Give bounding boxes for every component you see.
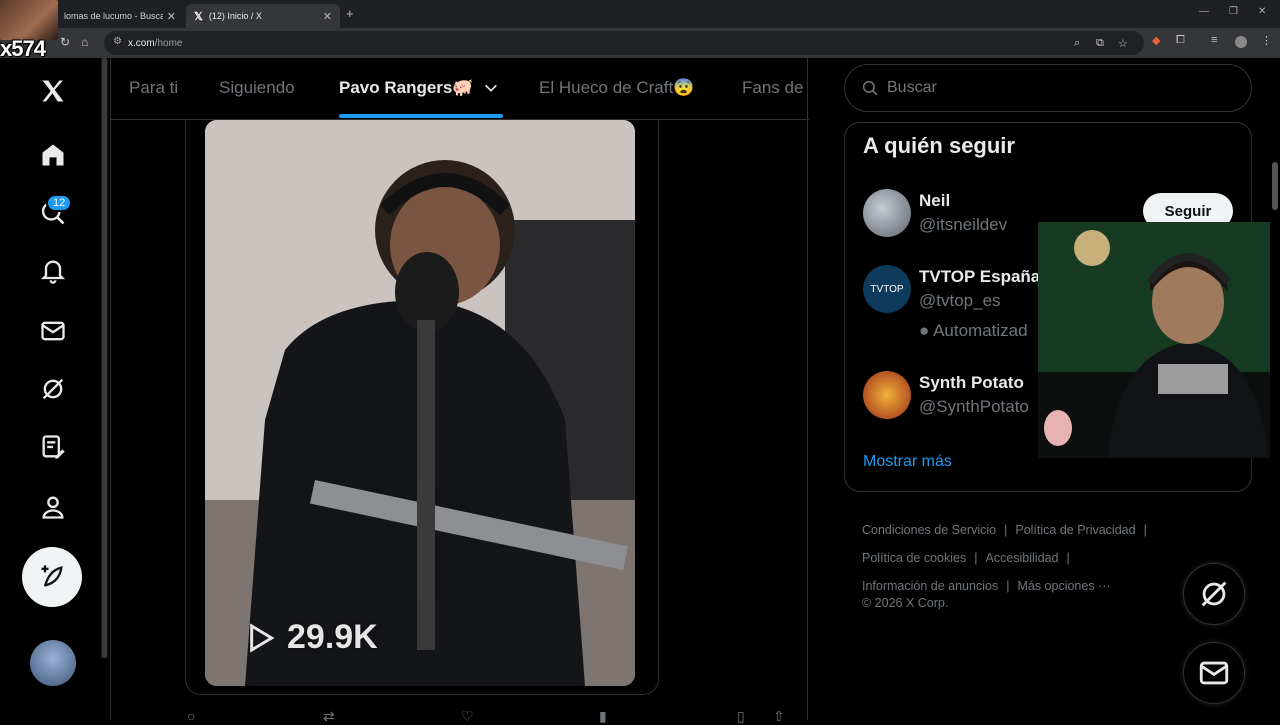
- extensions-puzzle-icon[interactable]: ⧠: [1176, 34, 1185, 47]
- feed-tabs: Para ti Siguiendo Pavo Rangers🐖 El Hueco…: [111, 58, 809, 120]
- browser-tab[interactable]: lomas de lucumo - Buscar c ✕: [56, 4, 184, 28]
- profile-icon[interactable]: [36, 490, 70, 524]
- video-frame-illustration: [205, 120, 635, 686]
- address-bar[interactable]: ⚙ x.com/home ⌕ ⧉ ☆: [104, 31, 1144, 55]
- bookmark-icon[interactable]: ▯: [737, 708, 745, 725]
- tab-para-ti[interactable]: Para ti: [129, 78, 178, 98]
- maximize-icon[interactable]: ❐: [1229, 6, 1238, 17]
- footer-link[interactable]: Política de Privacidad: [1015, 523, 1135, 537]
- bookmark-star-icon[interactable]: ☆: [1118, 37, 1128, 50]
- messages-fab[interactable]: [1183, 642, 1245, 704]
- site-info-icon[interactable]: ⚙: [113, 36, 122, 47]
- repost-icon[interactable]: ⇄: [323, 708, 335, 725]
- chevron-down-icon[interactable]: [483, 80, 499, 101]
- minimize-icon[interactable]: —: [1199, 6, 1209, 17]
- profile-avatar-icon[interactable]: [1235, 36, 1247, 48]
- account-name[interactable]: Neil: [919, 191, 950, 211]
- tab-pavo-rangers[interactable]: Pavo Rangers🐖: [339, 78, 474, 98]
- avatar[interactable]: [863, 371, 911, 419]
- footer-link[interactable]: Condiciones de Servicio: [862, 523, 996, 537]
- media-control-icon[interactable]: ≡: [1211, 34, 1217, 46]
- browser-home-icon[interactable]: ⌂: [81, 35, 88, 49]
- tab-siguiendo[interactable]: Siguiendo: [219, 78, 295, 98]
- footer-more-options[interactable]: Más opciones ···: [1017, 579, 1110, 593]
- browser-menu-icon[interactable]: ⋮: [1261, 34, 1272, 47]
- account-name[interactable]: TVTOP España: [919, 267, 1040, 287]
- active-tab-indicator: [339, 114, 503, 118]
- automated-label-text: Automatizad: [933, 321, 1028, 340]
- zoom-icon[interactable]: ⌕: [1074, 37, 1080, 50]
- like-icon[interactable]: ♡: [461, 708, 474, 725]
- webcam-overlay: [1038, 222, 1274, 458]
- compose-post-button[interactable]: [22, 547, 82, 607]
- show-more-link[interactable]: Mostrar más: [863, 453, 952, 471]
- grok-fab[interactable]: [1183, 563, 1245, 625]
- install-app-icon[interactable]: ⧉: [1096, 37, 1104, 50]
- bot-icon: ●: [919, 321, 930, 340]
- home-icon[interactable]: [36, 138, 70, 172]
- streamer-avatar: [0, 0, 58, 40]
- mail-icon: [1199, 661, 1229, 685]
- footer-links: Condiciones de Servicio | Política de Priv…: [862, 523, 1147, 593]
- reload-icon[interactable]: ↻: [60, 35, 70, 49]
- account-handle: @SynthPotato: [919, 397, 1029, 416]
- footer-link[interactable]: Accesibilidad: [985, 551, 1058, 565]
- x-favicon-icon: 𝕏: [194, 10, 203, 23]
- extension-icon[interactable]: ◆: [1152, 34, 1160, 47]
- account-handle: @itsneildev: [919, 215, 1008, 234]
- lists-icon[interactable]: [36, 430, 70, 464]
- close-tab-icon[interactable]: ✕: [323, 10, 332, 23]
- close-tab-icon[interactable]: ✕: [167, 10, 176, 23]
- search-icon: [862, 80, 878, 96]
- video-view-count: 29.9K: [287, 618, 378, 656]
- webcam-frame-illustration: [1038, 222, 1274, 458]
- who-to-follow-title: A quién seguir: [863, 133, 1015, 158]
- copyright: © 2026 X Corp.: [862, 596, 949, 610]
- left-scrollbar[interactable]: [101, 58, 108, 658]
- page-scrollbar[interactable]: [1270, 58, 1280, 720]
- tab-fans-de[interactable]: Fans de: [742, 78, 803, 98]
- feather-plus-icon: [41, 565, 63, 587]
- main-timeline: Para ti Siguiendo Pavo Rangers🐖 El Hueco…: [110, 58, 809, 724]
- footer-link[interactable]: Política de cookies: [862, 551, 966, 565]
- share-icon[interactable]: ⇧: [773, 708, 785, 725]
- notifications-icon[interactable]: [36, 254, 70, 288]
- grok-icon[interactable]: [36, 372, 70, 406]
- x-logo-icon[interactable]: [36, 74, 70, 108]
- browser-toolbar: ↻ ⌂ ⚙ x.com/home ⌕ ⧉ ☆: [0, 28, 1280, 58]
- play-icon: [250, 622, 275, 653]
- account-handle: @tvtop_es: [919, 291, 1001, 310]
- messages-icon[interactable]: [36, 314, 70, 348]
- left-navigation: [0, 58, 100, 720]
- url-domain: x.com: [128, 37, 155, 49]
- notification-badge: 12: [46, 194, 73, 212]
- automated-label: ● Automatizad: [919, 321, 1028, 341]
- browser-tab-label: (12) Inicio / X: [208, 11, 262, 21]
- window-close-icon[interactable]: ✕: [1258, 6, 1266, 17]
- browser-tab-label: lomas de lucumo - Buscar c: [64, 11, 163, 21]
- views-icon[interactable]: ▮: [599, 708, 607, 725]
- video-views: 29.9K: [245, 618, 378, 657]
- search-box[interactable]: Buscar: [844, 64, 1252, 112]
- avatar[interactable]: [863, 189, 911, 237]
- reply-icon[interactable]: ○: [187, 708, 195, 724]
- avatar[interactable]: TVTOP: [863, 265, 911, 313]
- new-tab-icon[interactable]: +: [346, 6, 354, 21]
- search-placeholder: Buscar: [887, 79, 937, 96]
- url-path: /home: [154, 37, 183, 49]
- tab-el-hueco-de-craft[interactable]: El Hueco de Craft😨: [539, 78, 694, 98]
- grok-icon: [1201, 581, 1227, 607]
- account-name[interactable]: Synth Potato: [919, 373, 1024, 393]
- post-video[interactable]: 29.9K: [205, 120, 635, 686]
- account-avatar[interactable]: [30, 640, 76, 686]
- browser-tab-active[interactable]: 𝕏 (12) Inicio / X ✕: [186, 4, 340, 28]
- url-text: x.com/home: [128, 38, 182, 49]
- footer-link[interactable]: Información de anuncios: [862, 579, 998, 593]
